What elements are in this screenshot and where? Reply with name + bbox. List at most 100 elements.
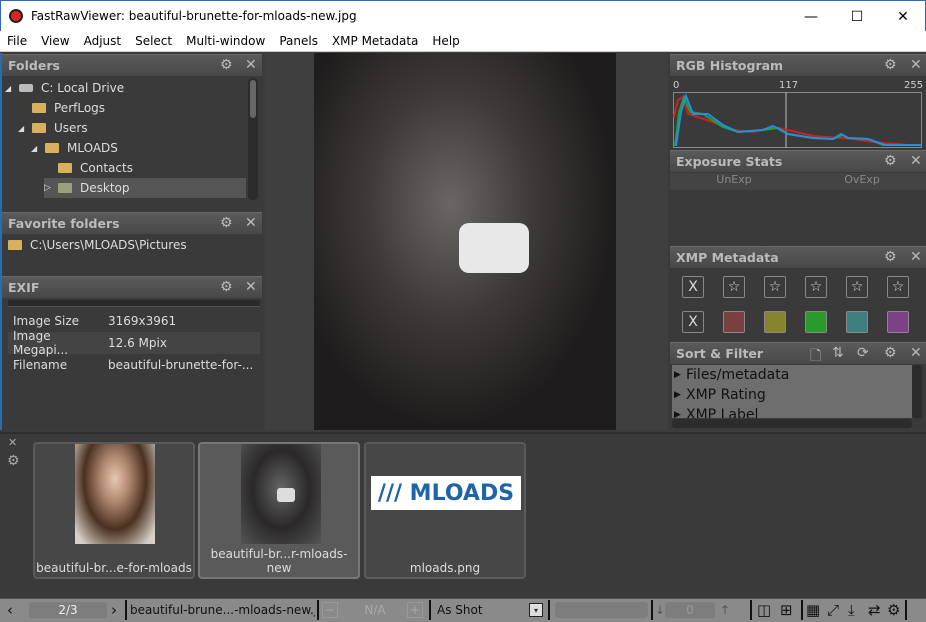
- refresh-icon[interactable]: ⟳: [857, 345, 869, 361]
- sort-icon[interactable]: ⇅: [832, 345, 844, 361]
- close-icon[interactable]: ✕: [910, 345, 922, 361]
- thumbnail[interactable]: /// MLOADS mloads.png: [364, 442, 526, 579]
- reject-rating-button[interactable]: X: [682, 276, 704, 298]
- close-icon[interactable]: ✕: [910, 153, 922, 169]
- thumbnail-grid-icon[interactable]: ▦: [806, 601, 820, 619]
- close-icon[interactable]: ✕: [245, 279, 257, 295]
- close-icon[interactable]: ✕: [8, 436, 17, 449]
- star-2-button[interactable]: ☆: [764, 276, 786, 298]
- white-balance-select[interactable]: As Shot: [437, 600, 483, 620]
- xmp-title: XMP Metadata: [676, 250, 779, 265]
- grid-view-icon[interactable]: ⊞: [780, 601, 793, 619]
- star-3-button[interactable]: ☆: [805, 276, 827, 298]
- filter-item[interactable]: ▶ Files/metadata: [672, 365, 912, 385]
- tree-item-mloads[interactable]: ◢ MLOADS: [31, 141, 118, 155]
- close-button[interactable]: ✕: [880, 1, 926, 32]
- filter-item[interactable]: ▶ XMP Label: [672, 405, 912, 418]
- menu-panels[interactable]: Panels: [272, 34, 325, 48]
- label-red-button[interactable]: [723, 311, 745, 333]
- minimize-button[interactable]: —: [788, 1, 834, 32]
- expander-icon[interactable]: ◢: [18, 124, 32, 133]
- filter-label: XMP Rating: [686, 387, 766, 403]
- folders-header: Folders ⚙ ✕: [2, 54, 262, 76]
- close-icon[interactable]: ✕: [245, 57, 257, 73]
- expander-icon[interactable]: ◢: [5, 84, 19, 93]
- favorites-title: Favorite folders: [8, 216, 120, 231]
- exposure-title: Exposure Stats: [676, 154, 783, 169]
- dropdown-arrow-icon[interactable]: ▾: [529, 603, 543, 617]
- menu-adjust[interactable]: Adjust: [77, 34, 129, 48]
- exif-title: EXIF: [8, 280, 40, 295]
- filter-item[interactable]: ▶ XMP Rating: [672, 385, 912, 405]
- page-counter[interactable]: 2/3: [29, 602, 107, 618]
- expander-icon[interactable]: ◢: [31, 144, 45, 153]
- favorite-path: C:\Users\MLOADS\Pictures: [30, 238, 187, 252]
- menu-select[interactable]: Select: [128, 34, 179, 48]
- thumbnail-image: [241, 444, 321, 544]
- gear-icon[interactable]: ⚙: [884, 249, 897, 265]
- tree-item-desktop[interactable]: ▷ Desktop: [44, 178, 246, 198]
- menu-multi-window[interactable]: Multi-window: [179, 34, 272, 48]
- label-green-button[interactable]: [805, 311, 827, 333]
- mloads-logo: /// MLOADS: [371, 476, 521, 510]
- two-column-view-icon[interactable]: ◫: [757, 601, 771, 619]
- gear-icon[interactable]: ⚙: [220, 57, 233, 73]
- sortfilter-hscroll[interactable]: [672, 419, 912, 428]
- arrow-down-icon[interactable]: ↓: [655, 600, 665, 620]
- gear-icon[interactable]: ⚙: [220, 279, 233, 295]
- close-icon[interactable]: ✕: [910, 57, 922, 73]
- exposure-slider[interactable]: [555, 602, 648, 618]
- sortfilter-list: ▶ Files/metadata ▶ XMP Rating ▶ XMP Label: [672, 365, 912, 418]
- exif-table: Image Size 3169x3961 Image Megapi... 12.6 …: [8, 310, 260, 376]
- gear-icon[interactable]: ⚙: [884, 345, 897, 361]
- image-viewer[interactable]: [265, 53, 668, 430]
- settings-icon[interactable]: ⚙: [887, 601, 900, 619]
- arrow-up-icon[interactable]: ↑: [720, 600, 730, 620]
- thumbnail[interactable]: beautiful-br...e-for-mloads: [33, 442, 195, 579]
- gear-icon[interactable]: ⚙: [884, 57, 897, 73]
- star-1-button[interactable]: ☆: [723, 276, 745, 298]
- favorite-item[interactable]: C:\Users\MLOADS\Pictures: [8, 238, 187, 252]
- star-4-button[interactable]: ☆: [846, 276, 868, 298]
- tree-label: C: Local Drive: [41, 81, 125, 95]
- tree-item-users[interactable]: ◢ Users: [18, 121, 88, 135]
- folders-scrollbar[interactable]: [248, 78, 258, 200]
- label-yellow-button[interactable]: [764, 311, 786, 333]
- zoom-value: N/A: [364, 603, 386, 617]
- folder-icon: [32, 103, 46, 113]
- tree-item-perflogs[interactable]: PerfLogs: [32, 101, 105, 115]
- label-teal-button[interactable]: [846, 311, 868, 333]
- tree-item-contacts[interactable]: Contacts: [58, 161, 133, 175]
- favorites-header: Favorite folders ⚙ ✕: [2, 212, 262, 234]
- exposure-value[interactable]: 0: [665, 602, 715, 618]
- zoom-in-button[interactable]: +: [407, 602, 423, 618]
- exif-value: 3169x3961: [108, 314, 177, 328]
- tree-item-c-drive[interactable]: ◢ C: Local Drive: [5, 81, 124, 95]
- zoom-out-button[interactable]: −: [322, 602, 338, 618]
- menu-xmp-metadata[interactable]: XMP Metadata: [325, 34, 425, 48]
- prev-button[interactable]: ‹: [7, 600, 13, 620]
- expander-icon[interactable]: ▷: [44, 183, 58, 193]
- gear-icon[interactable]: ⚙: [7, 453, 20, 469]
- download-icon[interactable]: ⤓: [848, 601, 855, 619]
- label-purple-button[interactable]: [887, 311, 909, 333]
- close-icon[interactable]: ✕: [245, 215, 257, 231]
- thumbnail-selected[interactable]: beautiful-br...r-mloads-new: [198, 442, 360, 579]
- fullscreen-icon[interactable]: ⤢: [827, 601, 839, 619]
- gear-icon[interactable]: ⚙: [220, 215, 233, 231]
- transfer-icon[interactable]: ⇄: [868, 601, 881, 619]
- close-icon[interactable]: ✕: [910, 249, 922, 265]
- col-unexp: UnExp: [716, 173, 752, 186]
- menu-bar: File View Adjust Select Multi-window Pan…: [0, 31, 926, 52]
- next-button[interactable]: ›: [111, 600, 117, 620]
- sortfilter-header: Sort & Filter 🗋 ⇅ ⟳ ⚙ ✕: [670, 342, 926, 364]
- sortfilter-vscroll[interactable]: [912, 365, 922, 418]
- exif-value: beautiful-brunette-for-...: [108, 358, 254, 372]
- gear-icon[interactable]: ⚙: [884, 153, 897, 169]
- star-5-button[interactable]: ☆: [887, 276, 909, 298]
- menu-view[interactable]: View: [34, 34, 76, 48]
- no-label-button[interactable]: X: [682, 311, 704, 333]
- menu-file[interactable]: File: [0, 34, 34, 48]
- maximize-button[interactable]: ☐: [834, 1, 880, 32]
- menu-help[interactable]: Help: [425, 34, 466, 48]
